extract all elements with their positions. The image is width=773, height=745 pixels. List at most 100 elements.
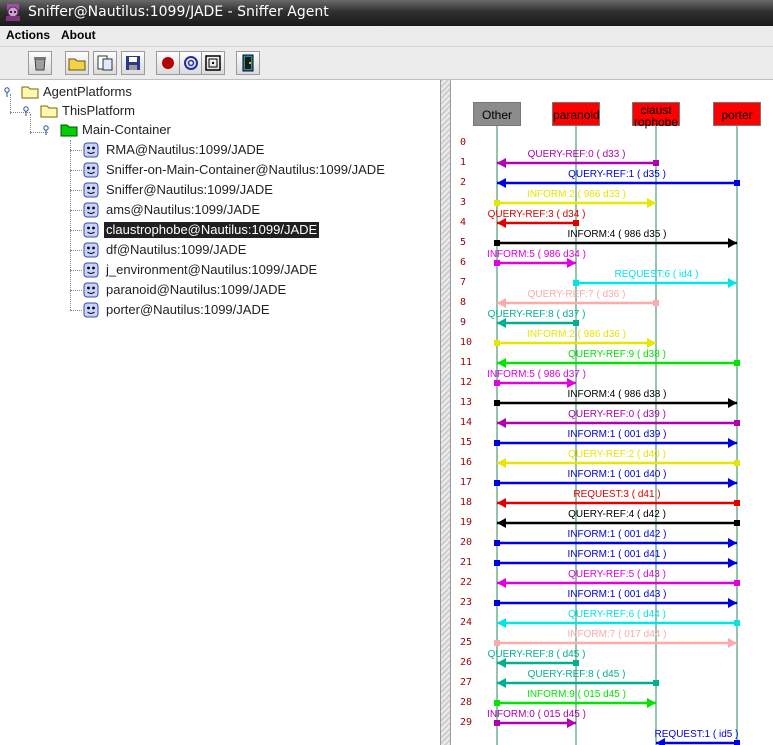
row-number: 21 [460, 557, 473, 568]
menu-bar: Actions About [0, 26, 773, 47]
exit-button[interactable] [236, 51, 260, 75]
row-number: 15 [460, 437, 473, 448]
row-number: 19 [460, 517, 473, 528]
container-folder-icon [60, 124, 78, 137]
expand-toggle-icon [43, 125, 49, 135]
record-button[interactable] [156, 51, 180, 75]
message-label: INFORM:1 ( 001 d43 ) [567, 589, 667, 600]
message-label: QUERY-REF:2 ( d40 ) [568, 449, 666, 460]
agent-face-icon [83, 282, 99, 298]
message-label: QUERY-REF:7 ( d36 ) [527, 289, 626, 300]
message-label: INFORM:7 ( 017 d44 ) [567, 629, 667, 640]
tree-label: Main-Container [82, 122, 171, 137]
open-snapshot-icon [97, 55, 113, 71]
exit-door-icon [242, 54, 254, 72]
title-bar: Sniffer@Nautilus:1099/JADE - Sniffer Age… [0, 0, 773, 26]
message-label: QUERY-REF:1 ( d35 ) [568, 169, 666, 180]
record-icon [162, 57, 174, 69]
row-number: 5 [460, 237, 467, 248]
row-number: 17 [460, 477, 473, 488]
save-icon [126, 56, 140, 70]
message-label: INFORM:5 ( 986 d37 ) [487, 369, 586, 380]
clear-canvas-button[interactable] [28, 51, 52, 75]
row-number: 6 [460, 257, 467, 268]
open-button[interactable] [65, 51, 89, 75]
folder-icon [21, 86, 39, 99]
message-label: QUERY-REF:0 ( d33 ) [527, 149, 626, 160]
agent-tree-panel: AgentPlatforms ThisPlatform Main-Contain… [0, 80, 441, 745]
message-label: INFORM:4 ( 986 d38 ) [567, 389, 667, 400]
row-number: 18 [460, 497, 473, 508]
tree-agent-label: claustrophobe@Nautilus:1099/JADE [104, 222, 320, 238]
open-folder-icon [68, 58, 86, 71]
message-label: QUERY-REF:9 ( d38 ) [568, 349, 666, 360]
row-number: 27 [460, 677, 473, 688]
row-number: 25 [460, 637, 473, 648]
row-number: 24 [460, 617, 473, 628]
message-label: INFORM:1 ( 001 d41 ) [567, 549, 667, 560]
message-label: INFORM:1 ( 001 d40 ) [567, 469, 667, 480]
row-number: 10 [460, 337, 473, 348]
tree-label: ThisPlatform [62, 103, 135, 118]
message-label: INFORM:2 ( 986 d33 ) [527, 189, 626, 200]
menu-about[interactable]: About [61, 28, 96, 42]
row-number: 16 [460, 457, 473, 468]
message-label: REQUEST:1 ( id5 ) [654, 729, 739, 740]
tree-agent-label: RMA@Nautilus:1099/JADE [106, 142, 265, 157]
agent-face-icon [83, 302, 99, 318]
message-label: QUERY-REF:8 ( d37 ) [487, 309, 586, 320]
message-label: QUERY-REF:4 ( d42 ) [568, 509, 666, 520]
message-label: REQUEST:3 ( d41 ) [573, 489, 661, 500]
spiral-icon [184, 56, 198, 70]
message-label: INFORM:9 ( 015 d45 ) [527, 689, 626, 700]
menu-actions[interactable]: Actions [6, 28, 50, 42]
sniffer-canvas: Other paranoid claust rophobe porter 0123456… [451, 80, 773, 745]
tree-agent-label: Sniffer-on-Main-Container@Nautilus:1099/… [106, 162, 385, 177]
row-number: 11 [460, 357, 473, 368]
open-snapshot-button[interactable] [93, 51, 117, 75]
message-label: INFORM:4 ( 986 d35 ) [567, 229, 667, 240]
agent-face-icon [83, 142, 99, 158]
row-number: 22 [460, 577, 473, 588]
target-button[interactable] [201, 51, 225, 75]
clear-canvas-icon [34, 57, 46, 71]
folder-icon [40, 105, 58, 118]
agent-face-icon [83, 222, 99, 238]
expand-toggle-icon [23, 106, 29, 116]
tree-agent-label: paranoid@Nautilus:1099/JADE [106, 282, 287, 297]
row-number: 4 [460, 217, 467, 228]
tree-agent-label: j_environment@Nautilus:1099/JADE [106, 262, 318, 277]
row-number: 20 [460, 537, 473, 548]
tree-label: AgentPlatforms [43, 84, 132, 99]
toolbar [0, 47, 773, 80]
row-number: 29 [460, 717, 473, 728]
tree-agent-label: df@Nautilus:1099/JADE [106, 242, 247, 257]
target-icon [205, 55, 221, 71]
message-label: QUERY-REF:3 ( d34 ) [487, 209, 586, 220]
tree-agent-label: Sniffer@Nautilus:1099/JADE [106, 182, 273, 197]
sniffer-app-icon [4, 3, 22, 22]
row-number: 1 [460, 157, 467, 168]
row-number: 9 [460, 317, 467, 328]
expand-toggle-icon [4, 87, 10, 97]
message-label: QUERY-REF:5 ( d43 ) [568, 569, 666, 580]
message-label: INFORM:1 ( 001 d42 ) [567, 529, 667, 540]
message-label: INFORM:0 ( 015 d45 ) [487, 709, 586, 720]
row-number: 3 [460, 197, 467, 208]
agent-face-icon [83, 182, 99, 198]
row-number: 13 [460, 397, 473, 408]
message-label: INFORM:5 ( 986 d34 ) [487, 249, 586, 260]
window-title: Sniffer@Nautilus:1099/JADE - Sniffer Age… [28, 4, 329, 20]
agent-face-icon [83, 242, 99, 258]
agent-face-icon [83, 162, 99, 178]
save-button[interactable] [121, 51, 145, 75]
spiral-button[interactable] [179, 51, 203, 75]
message-label: QUERY-REF:8 ( d45 ) [487, 649, 586, 660]
row-number: 7 [460, 277, 467, 288]
row-number: 26 [460, 657, 473, 668]
row-number: 12 [460, 377, 473, 388]
split-pane-divider[interactable] [441, 80, 451, 745]
row-number: 28 [460, 697, 473, 708]
row-number: 8 [460, 297, 467, 308]
tree-agent-label: ams@Nautilus:1099/JADE [106, 202, 261, 217]
